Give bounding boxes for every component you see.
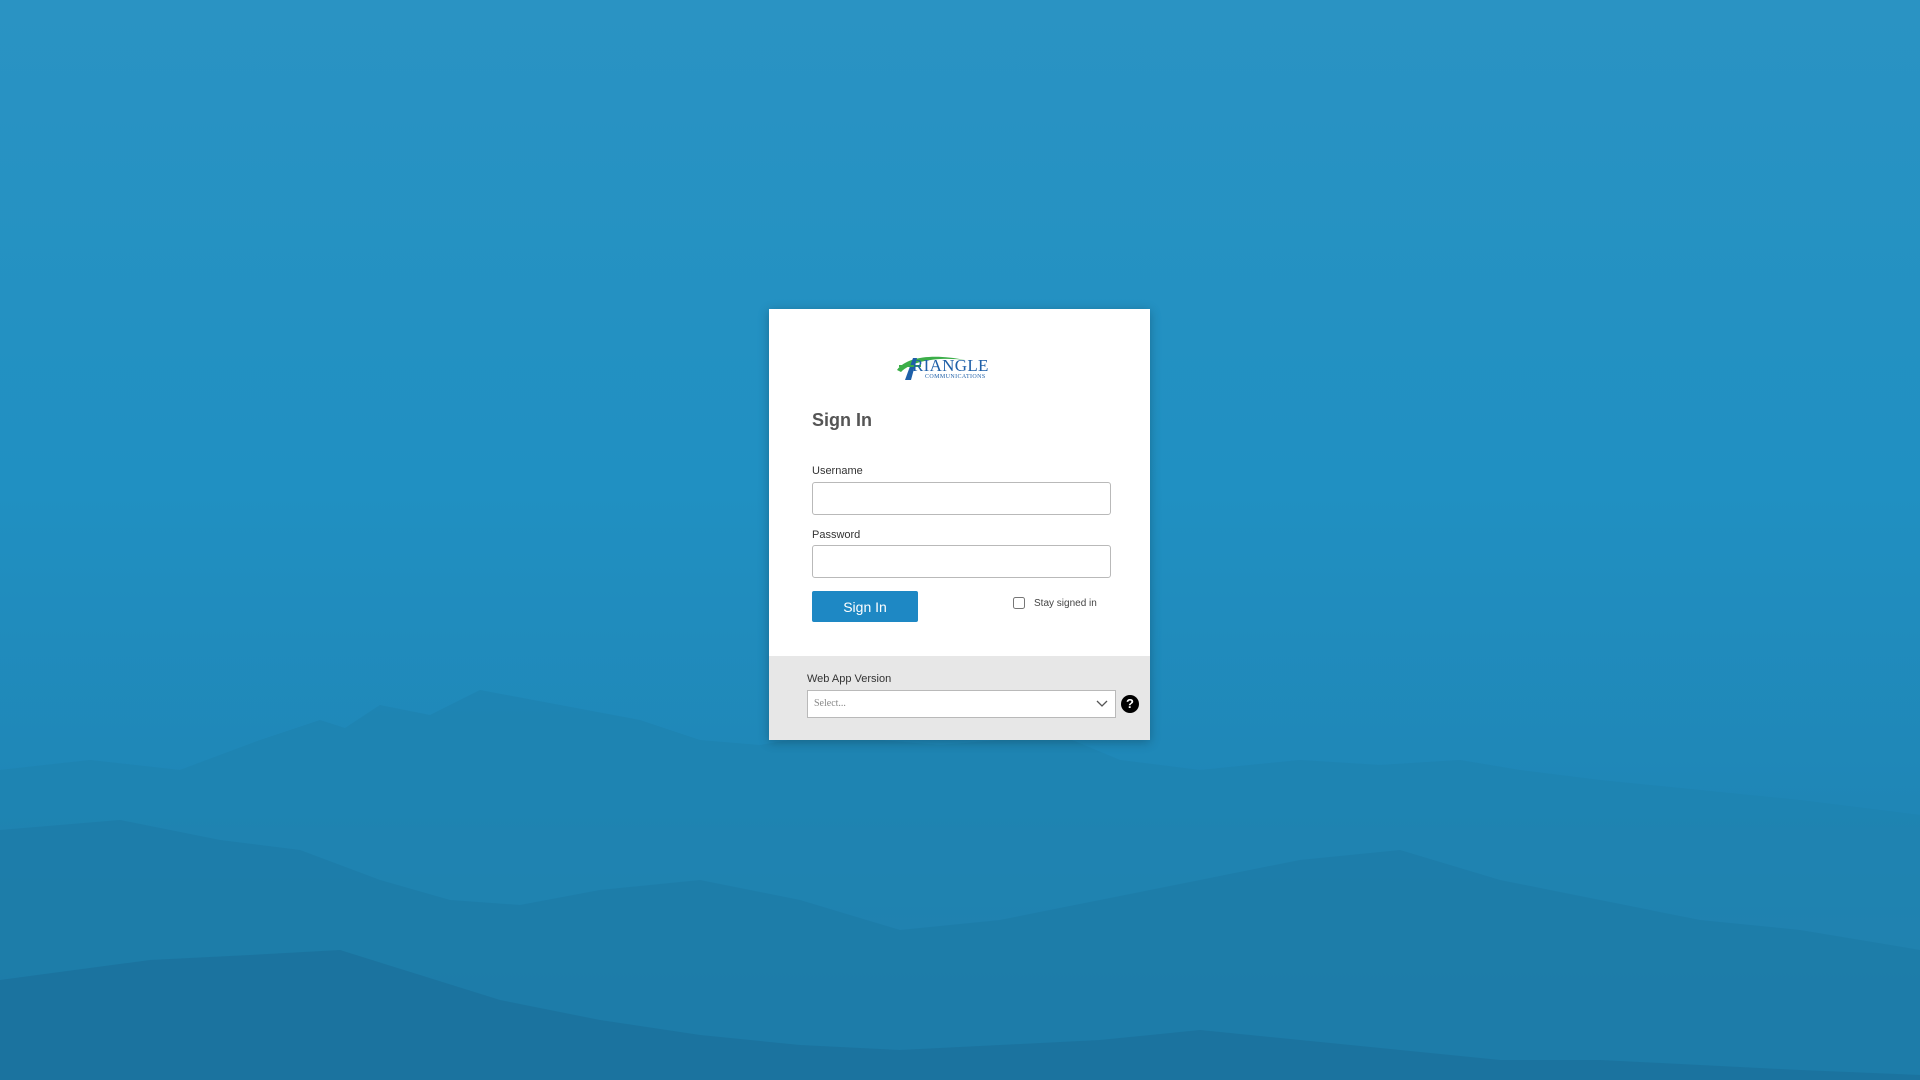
sign-in-button[interactable]: Sign In xyxy=(812,591,918,622)
login-card: RIANGLE COMMUNICATIONS Sign In Username … xyxy=(769,309,1150,740)
stay-signed-in-label: Stay signed in xyxy=(1034,597,1097,609)
username-input[interactable] xyxy=(812,482,1111,515)
username-label: Username xyxy=(812,465,863,477)
stay-signed-in: Stay signed in xyxy=(1013,597,1097,609)
chevron-down-icon xyxy=(1096,700,1108,707)
web-app-version-select[interactable]: Select... xyxy=(807,690,1116,718)
stay-signed-in-checkbox[interactable] xyxy=(1013,597,1025,609)
help-icon[interactable]: ? xyxy=(1121,695,1139,713)
logo-text: RIANGLE xyxy=(912,356,989,375)
logo-subtext: COMMUNICATIONS xyxy=(925,374,986,380)
password-label: Password xyxy=(812,529,861,541)
web-app-version-label: Web App Version xyxy=(807,673,892,685)
company-logo: RIANGLE COMMUNICATIONS xyxy=(895,352,991,384)
page-title: Sign In xyxy=(812,410,872,430)
login-panel: RIANGLE COMMUNICATIONS Sign In Username … xyxy=(769,309,1150,656)
version-panel: Web App Version Select... ? xyxy=(769,656,1150,740)
password-input[interactable] xyxy=(812,545,1111,578)
select-placeholder: Select... xyxy=(814,698,846,709)
